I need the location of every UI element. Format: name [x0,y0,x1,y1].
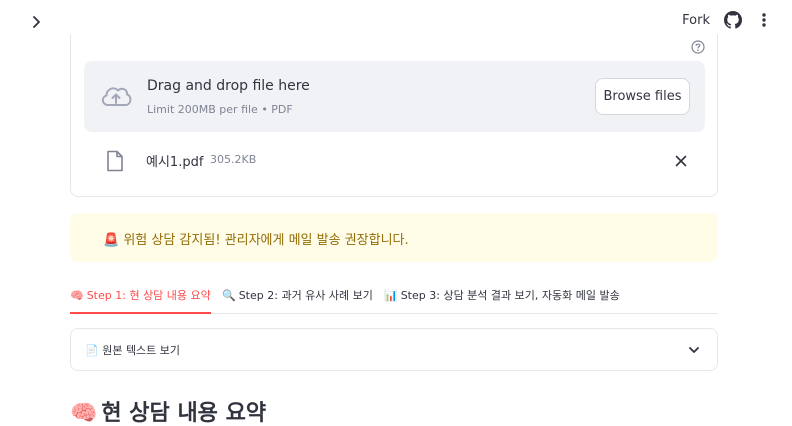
expander-text: 원본 텍스트 보기 [102,344,181,357]
dropzone-limit-text: Limit 200MB per file • PDF [147,103,293,116]
heading-text: 현 상담 내용 요약 [101,401,267,426]
siren-emoji: 🚨 [103,233,120,248]
step-tabs: 🧠 Step 1: 현 상담 내용 요약 🔍 Step 2: 과거 유사 사례 보기… [70,280,718,314]
dropzone-title: Drag and drop file here [147,78,310,94]
warning-alert: 🚨 위험 상담 감지됨! 관리자에게 메일 발송 권장합니다. [70,213,718,262]
page-title: 🧠 현 상담 내용 요약 [70,395,266,426]
alert-message: 🚨 위험 상담 감지됨! 관리자에게 메일 발송 권장합니다. [103,229,409,248]
toolbar: Fork [682,9,772,31]
file-name: 예시1.pdf [146,155,204,170]
original-text-expander[interactable]: 📄 원본 텍스트 보기 [70,328,718,371]
cloud-upload-icon [99,83,133,109]
uploaded-file-item: 예시1.pdf 305.2KB [84,146,705,176]
browse-files-button[interactable]: Browse files [595,78,690,115]
expander-label: 📄 원본 텍스트 보기 [85,342,180,358]
chevron-down-icon [687,343,701,357]
chevron-right-icon [33,16,40,28]
dropzone[interactable]: Drag and drop file here Limit 200MB per … [84,61,705,132]
tab-step-1[interactable]: 🧠 Step 1: 현 상담 내용 요약 [70,287,211,314]
tab-step-3[interactable]: 📊 Step 3: 상담 분석 결과 보기, 자동화 메일 발송 [384,287,620,314]
file-uploader: Drag and drop file here Limit 200MB per … [70,34,718,197]
alert-text: 위험 상담 감지됨! 관리자에게 메일 발송 권장합니다. [123,233,409,248]
tab-label: Step 3: 상담 분석 결과 보기, 자동화 메일 발송 [400,289,620,302]
help-circle-icon[interactable] [691,40,705,54]
tab-label: Step 1: 현 상담 내용 요약 [86,289,211,302]
magnifier-emoji: 🔍 [222,289,236,302]
tab-step-2[interactable]: 🔍 Step 2: 과거 유사 사례 보기 [222,287,373,314]
chart-emoji: 📊 [384,289,398,302]
tab-label: Step 2: 과거 유사 사례 보기 [238,289,373,302]
brain-emoji: 🧠 [70,289,84,302]
github-icon[interactable] [724,11,742,29]
file-icon [106,150,124,172]
page-emoji: 📄 [85,344,99,357]
close-icon[interactable] [674,154,688,168]
more-vertical-icon[interactable] [756,11,772,29]
sidebar-expand-button[interactable] [28,12,46,32]
brain-emoji: 🧠 [70,401,98,426]
file-size: 305.2KB [210,153,257,166]
fork-button[interactable]: Fork [682,13,710,28]
